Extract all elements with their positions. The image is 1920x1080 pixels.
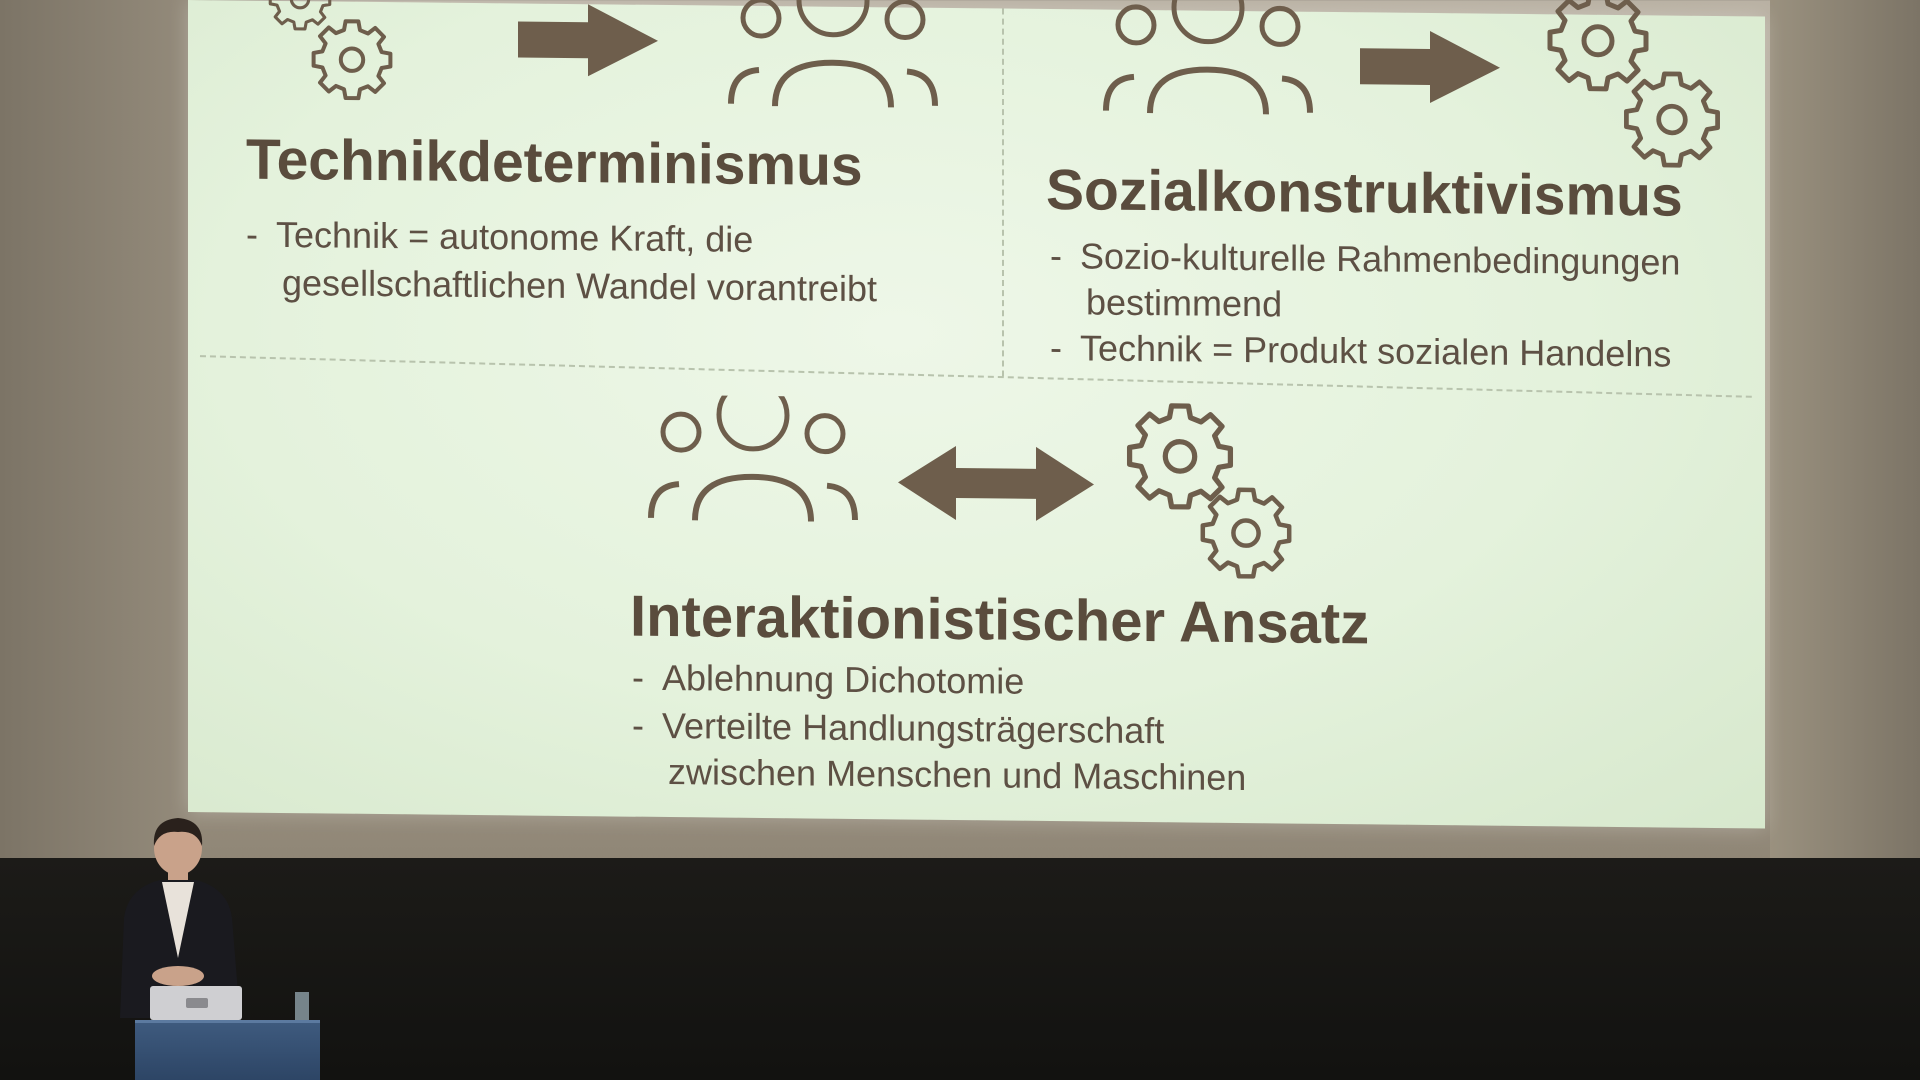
- people-icon: [638, 395, 868, 547]
- heading-interaktionistischer-ansatz: Interaktionistischer Ansatz: [630, 583, 1370, 657]
- wall-right: [1770, 0, 1920, 860]
- bullet-technikdeterminismus: - Technik = autonome Kraft, die gesellsch…: [246, 213, 877, 310]
- heading-sozialkonstruktivismus: Sozialkonstruktivismus: [1046, 157, 1683, 229]
- gears-icon: [1116, 400, 1306, 592]
- wall-left: [0, 0, 200, 860]
- gears-icon: [268, 0, 398, 122]
- laptop-icon: [150, 986, 242, 1020]
- bullet-sozialkonstruktivismus-1: - Sozio-kulturelle Rahmenbedingungen best…: [1050, 235, 1681, 325]
- double-arrow-icon: [898, 446, 1094, 521]
- projected-slide: Technikdeterminismus - Technik = autonome…: [188, 0, 1765, 829]
- bullet-interaktionistisch-1: - Ablehnung Dichotomie: [632, 656, 1025, 702]
- arrow-right-icon: [518, 4, 658, 77]
- slide-vertical-divider: [1002, 8, 1004, 377]
- heading-technikdeterminismus: Technikdeterminismus: [246, 127, 863, 199]
- podium: [135, 1020, 320, 1080]
- bullet-sozialkonstruktivismus-2: - Technik = Produkt sozialen Handelns: [1050, 327, 1672, 375]
- people-icon: [718, 0, 948, 128]
- people-icon: [1093, 0, 1323, 140]
- bullet-interaktionistisch-2: - Verteilte Handlungsträgerschaft zwische…: [632, 704, 1247, 799]
- gears-icon: [1538, 0, 1728, 172]
- arrow-right-icon: [1360, 31, 1500, 104]
